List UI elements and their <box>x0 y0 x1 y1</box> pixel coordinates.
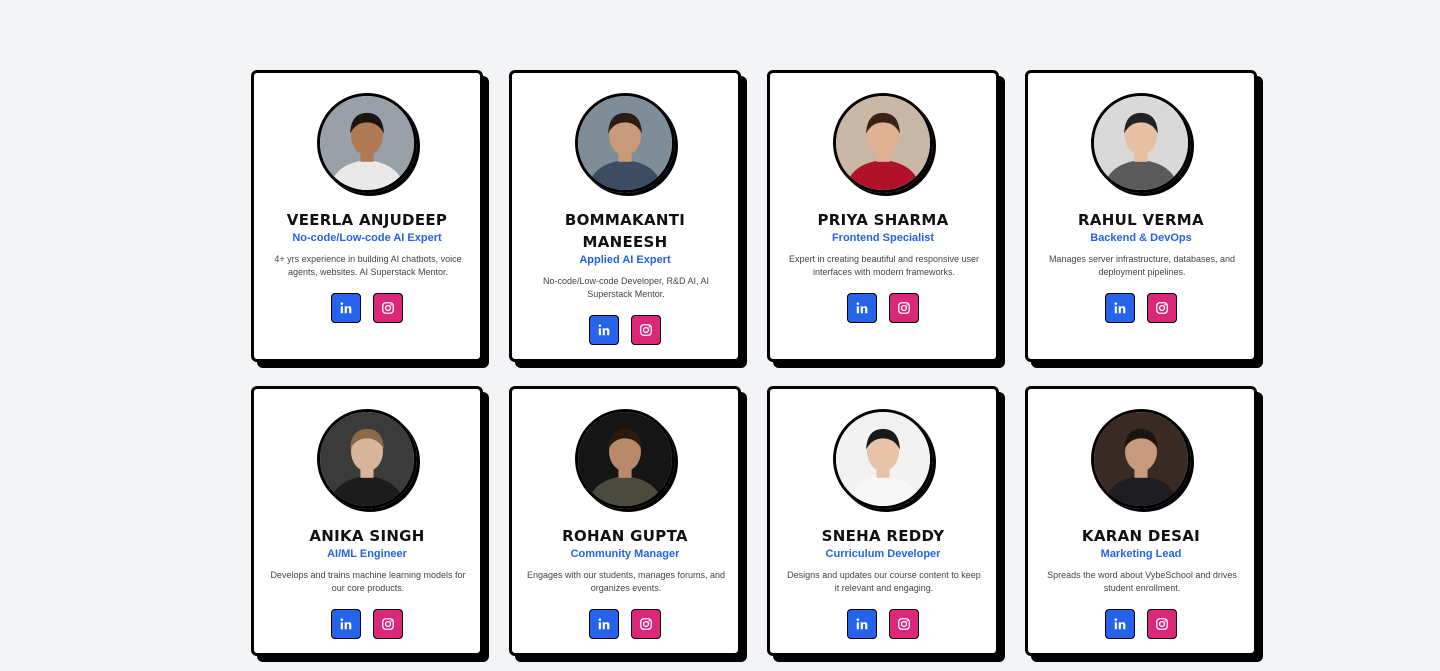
linkedin-button[interactable] <box>331 609 361 639</box>
avatar <box>833 409 933 509</box>
team-member-card: ANIKA SINGH AI/ML Engineer Develops and tr… <box>251 386 483 656</box>
team-card-wrapper: ANIKA SINGH AI/ML Engineer Develops and tr… <box>251 386 483 656</box>
instagram-button[interactable] <box>889 293 919 323</box>
linkedin-button[interactable] <box>1105 293 1135 323</box>
member-role: Backend & DevOps <box>1090 232 1192 244</box>
team-card-wrapper: KARAN DESAI Marketing Lead Spreads the wor… <box>1025 386 1257 656</box>
instagram-button[interactable] <box>889 609 919 639</box>
team-member-card: SNEHA REDDY Curriculum Developer Designs a… <box>767 386 999 656</box>
member-name: VEERLA ANJUDEEP <box>286 211 448 229</box>
team-member-card: RAHUL VERMA Backend & DevOps Manages serve… <box>1025 70 1257 362</box>
avatar <box>1091 409 1191 509</box>
member-description: Spreads the word about VybeSchool and dr… <box>1047 570 1237 593</box>
instagram-icon <box>897 301 911 315</box>
member-role: Curriculum Developer <box>825 548 941 560</box>
member-description: Expert in creating beautiful and respons… <box>788 254 980 277</box>
team-card-wrapper: PRIYA SHARMA Frontend Specialist Expert in… <box>767 70 999 362</box>
member-description: 4+ yrs experience in building AI chatbot… <box>274 254 462 277</box>
linkedin-icon <box>1113 301 1127 315</box>
avatar <box>575 409 675 509</box>
avatar <box>575 93 675 193</box>
member-role: No-code/Low-code AI Expert <box>292 232 442 244</box>
avatar <box>317 93 417 193</box>
avatar <box>317 409 417 509</box>
linkedin-icon <box>339 301 353 315</box>
member-description: Manages server infrastructure, databases… <box>1048 254 1236 277</box>
member-description: Develops and trains machine learning mod… <box>270 570 466 593</box>
linkedin-icon <box>597 323 611 337</box>
social-links <box>1042 293 1240 323</box>
linkedin-button[interactable] <box>1105 609 1135 639</box>
instagram-icon <box>639 617 653 631</box>
member-name: SNEHA REDDY <box>821 527 945 545</box>
instagram-button[interactable] <box>1147 293 1177 323</box>
instagram-button[interactable] <box>373 293 403 323</box>
linkedin-icon <box>339 617 353 631</box>
team-member-card: KARAN DESAI Marketing Lead Spreads the wor… <box>1025 386 1257 656</box>
social-links <box>526 609 724 639</box>
linkedin-button[interactable] <box>589 315 619 345</box>
linkedin-button[interactable] <box>589 609 619 639</box>
instagram-icon <box>897 617 911 631</box>
social-links <box>784 293 982 323</box>
social-links <box>268 609 466 639</box>
linkedin-button[interactable] <box>847 293 877 323</box>
member-role: Community Manager <box>570 548 680 560</box>
member-role: Marketing Lead <box>1100 548 1182 560</box>
social-links <box>526 315 724 345</box>
linkedin-button[interactable] <box>331 293 361 323</box>
member-description: No-code/Low-code Developer, R&D AI, AI S… <box>542 276 710 299</box>
social-links <box>268 293 466 323</box>
team-card-wrapper: VEERLA ANJUDEEP No-code/Low-code AI Exper… <box>251 70 483 362</box>
instagram-button[interactable] <box>631 609 661 639</box>
team-member-card: BOMMAKANTI MANEESH Applied AI Expert No-co… <box>509 70 741 362</box>
member-name: KARAN DESAI <box>1081 527 1201 545</box>
instagram-button[interactable] <box>631 315 661 345</box>
team-member-card: VEERLA ANJUDEEP No-code/Low-code AI Exper… <box>251 70 483 362</box>
linkedin-icon <box>855 617 869 631</box>
instagram-button[interactable] <box>373 609 403 639</box>
team-card-wrapper: RAHUL VERMA Backend & DevOps Manages serve… <box>1025 70 1257 362</box>
team-card-wrapper: SNEHA REDDY Curriculum Developer Designs a… <box>767 386 999 656</box>
team-card-wrapper: BOMMAKANTI MANEESH Applied AI Expert No-co… <box>509 70 741 362</box>
member-name: BOMMAKANTI MANEESH <box>564 211 686 251</box>
member-role: Applied AI Expert <box>579 254 671 266</box>
member-description: Engages with our students, manages forum… <box>526 570 726 593</box>
team-card-wrapper: ROHAN GUPTA Community Manager Engages with… <box>509 386 741 656</box>
member-role: Frontend Specialist <box>831 232 935 244</box>
linkedin-button[interactable] <box>847 609 877 639</box>
instagram-icon <box>381 301 395 315</box>
linkedin-icon <box>1113 617 1127 631</box>
linkedin-icon <box>855 301 869 315</box>
member-name: ROHAN GUPTA <box>562 527 688 545</box>
team-member-card: PRIYA SHARMA Frontend Specialist Expert in… <box>767 70 999 362</box>
member-name: PRIYA SHARMA <box>817 211 949 229</box>
instagram-icon <box>639 323 653 337</box>
team-member-card: ROHAN GUPTA Community Manager Engages with… <box>509 386 741 656</box>
instagram-icon <box>381 617 395 631</box>
instagram-button[interactable] <box>1147 609 1177 639</box>
member-name: ANIKA SINGH <box>309 527 425 545</box>
social-links <box>784 609 982 639</box>
instagram-icon <box>1155 301 1169 315</box>
member-description: Designs and updates our course content t… <box>787 570 981 593</box>
avatar <box>1091 93 1191 193</box>
linkedin-icon <box>597 617 611 631</box>
member-role: AI/ML Engineer <box>327 548 407 560</box>
member-name: RAHUL VERMA <box>1078 211 1204 229</box>
instagram-icon <box>1155 617 1169 631</box>
team-grid: VEERLA ANJUDEEP No-code/Low-code AI Exper… <box>251 70 1257 656</box>
avatar <box>833 93 933 193</box>
social-links <box>1042 609 1240 639</box>
